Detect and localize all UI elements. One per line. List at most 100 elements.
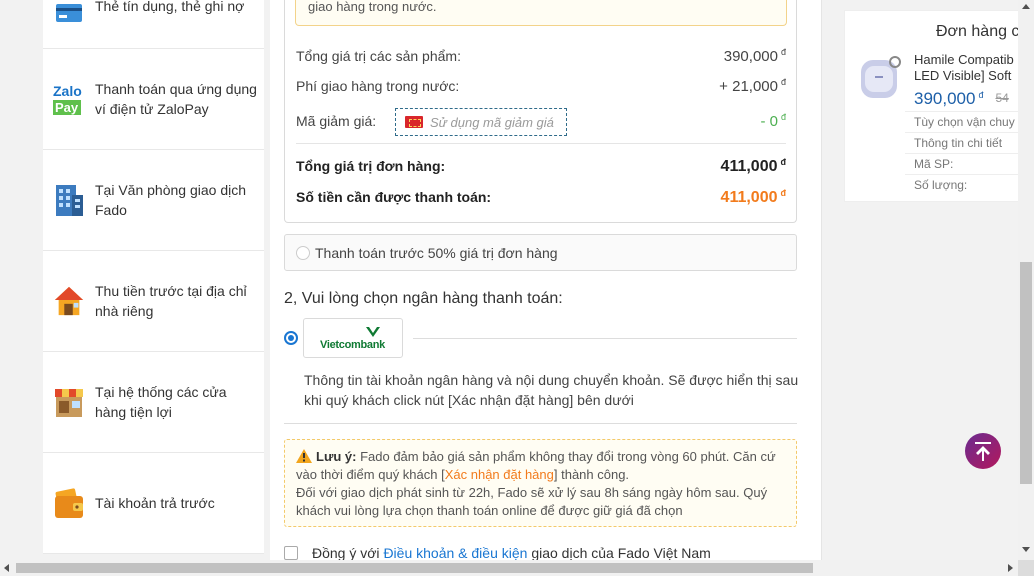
horizontal-scroll-thumb[interactable] xyxy=(16,563,813,573)
currency-symbol: đ xyxy=(780,112,786,122)
amount-due-row: Số tiền cần được thanh toán: 411,000 đ xyxy=(296,188,787,206)
amount-due-value: 411,000 xyxy=(720,189,778,206)
scroll-left-arrow-icon[interactable] xyxy=(4,564,9,572)
currency-symbol: đ xyxy=(780,47,786,57)
terms-prefix: Đồng ý với xyxy=(312,545,384,560)
scroll-to-top-button[interactable] xyxy=(965,433,1001,469)
gift-voucher-icon xyxy=(405,116,423,128)
product-details-label[interactable]: Thông tin chi tiết xyxy=(914,136,1002,150)
pay-half-label: Thanh toán trước 50% giá trị đơn hàng xyxy=(315,245,558,261)
scroll-up-arrow-icon[interactable] xyxy=(1022,4,1030,9)
shipping-fee-value: + 21,000 xyxy=(719,78,778,95)
terms-agreement: Đồng ý với Điều khoản & điều kiện giao d… xyxy=(284,545,711,560)
order-total-label: Tổng giá trị đơn hàng: xyxy=(296,158,446,174)
shipping-fee-label: Phí giao hàng trong nước: xyxy=(296,78,460,94)
panel-divider xyxy=(905,174,1018,175)
terms-checkbox[interactable] xyxy=(284,546,298,560)
zalopay-icon-bottom: Pay xyxy=(55,100,79,115)
payment-method-label: Thẻ tín dụng, thẻ ghi nợ xyxy=(95,0,245,14)
panel-divider xyxy=(905,111,1018,112)
payment-methods-list: Thẻ tín dụng, thẻ ghi nợ Zalo Pay Thanh … xyxy=(43,0,264,554)
product-price-value: 390,000 xyxy=(914,89,976,108)
terms-suffix: giao dịch của Fado Việt Nam xyxy=(527,545,711,560)
terms-link[interactable]: Điều khoản & điều kiện xyxy=(383,545,527,560)
scrollbar-corner xyxy=(1018,560,1034,576)
payment-method-label: Tài khoản trả trước xyxy=(95,495,215,511)
products-total-value: 390,000 xyxy=(723,48,778,65)
bank-divider xyxy=(413,338,797,339)
products-total-row: Tổng giá trị các sản phẩm: 390,000 đ xyxy=(296,47,786,65)
warning-box: Lưu ý: Fado đảm bảo giá sản phẩm không t… xyxy=(284,439,797,527)
warning-text-2: ] thành công. xyxy=(553,467,630,482)
product-old-price: 54 xyxy=(995,91,1009,105)
bank-name: Vietcombank xyxy=(320,339,385,351)
discount-row: Mã giảm giá: Sử dụng mã giảm giá - 0đ xyxy=(296,108,786,136)
vertical-scrollbar[interactable] xyxy=(1018,0,1034,560)
vertical-scroll-thumb[interactable] xyxy=(1020,262,1032,484)
payment-method-zalopay[interactable]: Zalo Pay Thanh toán qua ứng dụng ví điện… xyxy=(43,49,264,150)
currency-symbol: đ xyxy=(780,188,787,198)
checkout-page: Thẻ tín dụng, thẻ ghi nợ Zalo Pay Thanh … xyxy=(0,0,1018,560)
scroll-down-arrow-icon[interactable] xyxy=(1022,547,1030,552)
discount-label: Mã giảm giá: xyxy=(296,113,377,129)
arrow-up-icon xyxy=(975,442,991,461)
horizontal-scrollbar[interactable] xyxy=(0,560,1018,576)
discount-value: - 0 xyxy=(760,113,778,130)
credit-card-icon xyxy=(53,0,85,30)
wallet-icon xyxy=(53,486,85,520)
payment-method-label: Tại hệ thống các cửa hàng tiện lợi xyxy=(95,384,227,420)
payment-method-credit-card[interactable]: Thẻ tín dụng, thẻ ghi nợ xyxy=(43,0,264,49)
shipping-notice: giao hàng trong nước. xyxy=(295,0,787,26)
bank-info-text: Thông tin tài khoản ngân hàng và nội dun… xyxy=(304,372,799,408)
payment-method-label: Thanh toán qua ứng dụng ví điện tử ZaloP… xyxy=(95,81,257,117)
scroll-right-arrow-icon[interactable] xyxy=(1008,564,1013,572)
shipping-notice-text: giao hàng trong nước. xyxy=(308,0,437,14)
quantity-label: Số lượng: xyxy=(914,178,968,192)
confirm-order-link[interactable]: Xác nhận đặt hàng xyxy=(445,467,554,482)
vietcombank-logo-icon xyxy=(366,327,380,337)
checkout-main: giao hàng trong nước. Tổng giá trị các s… xyxy=(270,0,822,560)
warning-text-3: Đối với giao dịch phát sinh từ 22h, Fado… xyxy=(296,485,768,518)
zalopay-icon: Zalo Pay xyxy=(53,82,85,116)
payment-method-home[interactable]: Thu tiền trước tại địa chỉ nhà riêng xyxy=(43,251,264,352)
shipping-fee-row: Phí giao hàng trong nước: + 21,000 đ xyxy=(296,77,786,95)
panel-divider xyxy=(905,132,1018,133)
pay-half-radio[interactable] xyxy=(296,246,310,260)
store-icon xyxy=(53,385,85,419)
currency-symbol: đ xyxy=(780,77,786,87)
zalopay-icon-top: Zalo xyxy=(53,83,82,99)
coupon-button[interactable]: Sử dụng mã giảm giá xyxy=(395,108,567,136)
payment-method-office[interactable]: Tại Văn phòng giao dịch Fado xyxy=(43,150,264,251)
product-name[interactable]: Hamile Compatib LED Visible] Soft xyxy=(914,52,1018,84)
product-name-line-1: Hamile Compatib xyxy=(914,52,1014,67)
coupon-placeholder: Sử dụng mã giảm giá xyxy=(430,115,554,130)
product-thumbnail[interactable] xyxy=(855,52,903,102)
currency-symbol: đ xyxy=(978,90,984,100)
product-price: 390,000 đ 54 xyxy=(914,89,1009,109)
summary-divider xyxy=(296,143,786,144)
bank-step-title: 2, Vui lòng chọn ngân hàng thanh toán: xyxy=(284,290,563,307)
warning-title: Lưu ý: xyxy=(316,449,357,464)
payment-method-label: Tại Văn phòng giao dịch Fado xyxy=(95,182,246,218)
product-code-label: Mã SP: xyxy=(914,157,954,171)
warning-icon xyxy=(296,449,312,463)
order-summary-box: giao hàng trong nước. Tổng giá trị các s… xyxy=(284,0,797,223)
bank-section-divider xyxy=(284,423,797,424)
bank-option-vietcombank[interactable]: Vietcombank xyxy=(303,318,403,358)
order-total-row: Tổng giá trị đơn hàng: 411,000 đ xyxy=(296,157,787,175)
payment-method-convenience-store[interactable]: Tại hệ thống các cửa hàng tiện lợi xyxy=(43,352,264,453)
payment-method-label: Thu tiền trước tại địa chỉ nhà riêng xyxy=(95,283,247,319)
order-panel-title: Đơn hàng c xyxy=(936,23,1018,40)
pay-half-option[interactable]: Thanh toán trước 50% giá trị đơn hàng xyxy=(284,234,797,271)
shipping-option-label[interactable]: Tùy chọn vận chuy xyxy=(914,115,1015,129)
currency-symbol: đ xyxy=(780,157,787,167)
office-building-icon xyxy=(53,183,85,217)
order-panel: Đơn hàng c Hamile Compatib LED Visible] … xyxy=(844,10,1018,202)
order-total-value: 411,000 xyxy=(720,158,778,175)
bank-radio-vietcombank[interactable] xyxy=(284,331,298,345)
products-total-label: Tổng giá trị các sản phẩm: xyxy=(296,48,461,64)
house-icon xyxy=(53,284,85,318)
product-name-line-2: LED Visible] Soft xyxy=(914,68,1012,83)
payment-method-prepaid[interactable]: Tài khoản trả trước xyxy=(43,453,264,554)
panel-divider xyxy=(905,153,1018,154)
